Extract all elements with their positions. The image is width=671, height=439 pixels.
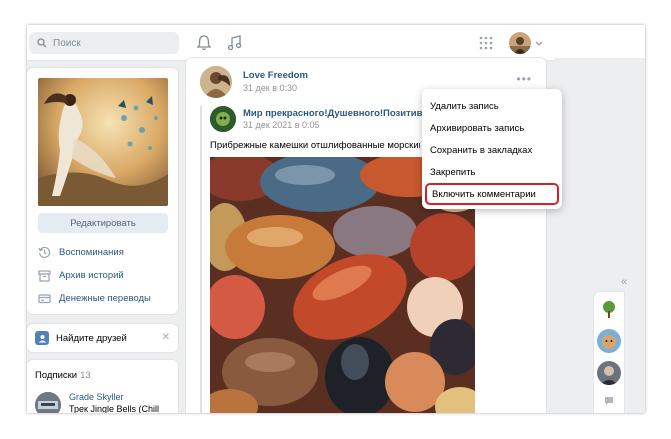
search-icon	[37, 38, 47, 48]
chevron-down-icon	[535, 41, 543, 46]
profile-photo[interactable]	[38, 78, 168, 206]
menu-label: Денежные переводы	[59, 292, 151, 304]
message-icon[interactable]	[604, 396, 614, 406]
money-transfer-icon	[38, 293, 51, 303]
avatar[interactable]	[200, 66, 232, 98]
vk-window: Поиск Редактировать Воспоминания Архив и…	[27, 25, 645, 413]
more-options-icon[interactable]: •••	[516, 72, 532, 86]
menu-label: Воспоминания	[59, 246, 124, 258]
search-input[interactable]: Поиск	[29, 32, 179, 54]
find-friends-label: Найдите друзей	[56, 332, 127, 344]
subscriptions-count: 13	[80, 370, 91, 381]
avatar[interactable]	[597, 361, 621, 385]
account-menu[interactable]	[509, 32, 545, 54]
post-date[interactable]: 31 дек в 0:30	[243, 83, 297, 93]
menu-money-transfers[interactable]: Денежные переводы	[38, 290, 151, 306]
archive-icon	[38, 269, 51, 282]
music-note-icon[interactable]	[227, 34, 243, 52]
menu-item-archive-post[interactable]: Архивировать запись	[422, 117, 562, 139]
avatar[interactable]	[597, 297, 621, 321]
subscriptions-card: Подписки 13 Grade Skyller Трек Jingle Bel…	[27, 360, 178, 413]
grid-icon[interactable]	[479, 36, 493, 50]
collapse-chats-icon[interactable]: «	[621, 276, 627, 288]
clock-back-icon	[38, 246, 51, 258]
edit-profile-button[interactable]: Редактировать	[38, 213, 168, 233]
subscriptions-title[interactable]: Подписки 13	[35, 370, 170, 381]
bell-icon[interactable]	[196, 34, 212, 52]
menu-memories[interactable]: Воспоминания	[38, 244, 124, 260]
menu-item-enable-comments[interactable]: Включить комментарии	[425, 183, 559, 205]
menu-item-pin-post[interactable]: Закрепить	[422, 161, 562, 183]
subscription-desc: Трек Jingle Bells (Chill	[69, 404, 159, 413]
subscription-name: Grade Skyller	[69, 392, 124, 402]
repost-author[interactable]: Мир прекрасного!Душевного!Позитивного н	[243, 108, 423, 119]
subscriptions-label: Подписки	[35, 370, 78, 381]
menu-item-delete-post[interactable]: Удалить запись	[422, 95, 562, 117]
avatar	[509, 32, 531, 54]
repost-divider	[200, 106, 202, 413]
top-bar: Поиск	[27, 25, 645, 61]
profile-card: Редактировать Воспоминания Архив историй…	[27, 68, 178, 314]
list-item[interactable]: Grade Skyller Трек Jingle Bells (Chill	[35, 392, 159, 413]
post-text: Прибрежные камешки отшлифованные морским…	[210, 140, 420, 151]
menu-story-archive[interactable]: Архив историй	[38, 267, 124, 283]
avatar	[35, 392, 61, 413]
add-friend-icon	[35, 331, 49, 345]
close-icon[interactable]: ✕	[162, 332, 170, 343]
post-author[interactable]: Love Freedom	[243, 70, 308, 81]
avatar[interactable]	[597, 329, 621, 353]
search-placeholder: Поиск	[53, 37, 81, 49]
menu-label: Архив историй	[59, 269, 124, 281]
post-options-menu: Удалить запись Архивировать запись Сохра…	[422, 89, 562, 209]
left-column: Редактировать Воспоминания Архив историй…	[27, 68, 178, 413]
chat-bar	[594, 292, 624, 413]
repost-date[interactable]: 31 дек 2021 в 0:05	[243, 120, 320, 130]
find-friends-card[interactable]: Найдите друзей ✕	[27, 324, 178, 352]
avatar[interactable]	[210, 106, 236, 132]
menu-item-save-bookmark[interactable]: Сохранить в закладках	[422, 139, 562, 161]
